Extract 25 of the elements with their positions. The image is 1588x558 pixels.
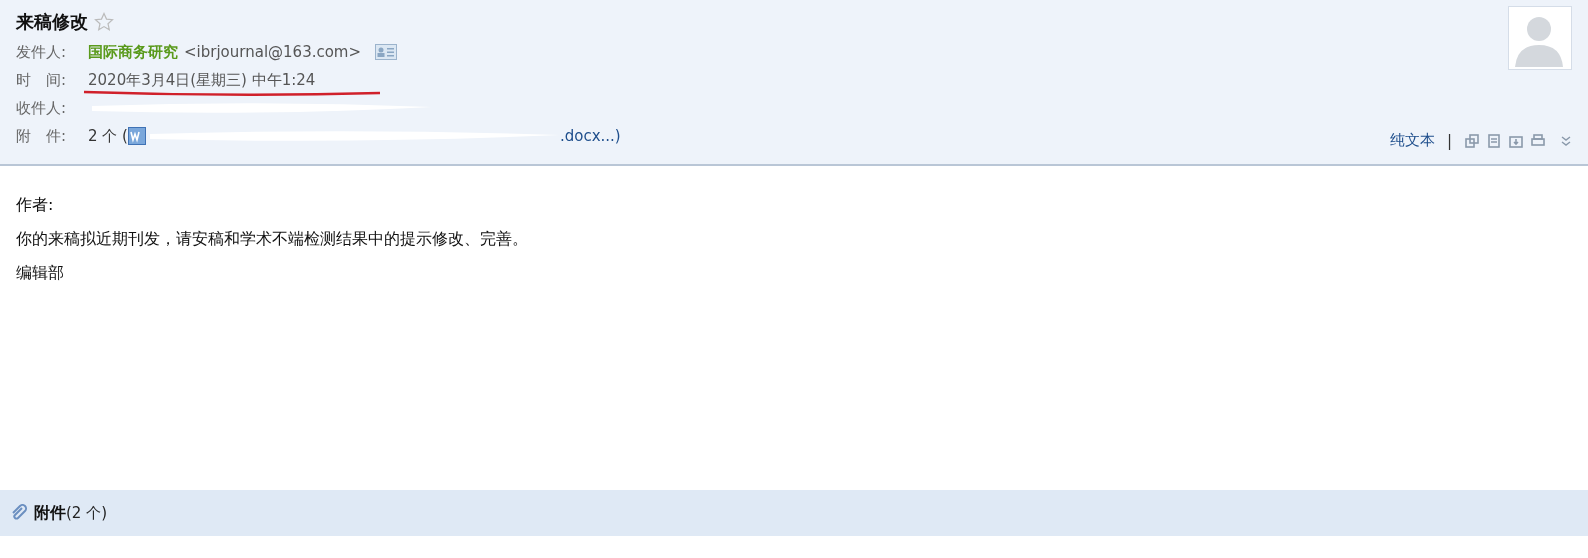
message-text: 编辑部 (16, 262, 65, 284)
star-icon[interactable] (94, 12, 114, 32)
paperclip-icon (10, 504, 28, 522)
print-icon[interactable] (1530, 132, 1546, 149)
email-subject: 来稿修改 (16, 10, 88, 34)
attachment-count: 2 个 ( (88, 126, 128, 146)
field-label: 发件人: (16, 42, 68, 62)
sent-time: 2020年3月4日(星期三) 中午1:24 (88, 70, 316, 90)
message-text: 你的来稿拟近期刊发，请安稿和学术不端检测结果中的提示修改、完善。 (16, 228, 529, 250)
contact-card-icon[interactable] (375, 44, 398, 60)
attachment-name[interactable]: .docx...) (559, 127, 621, 145)
new-window-icon[interactable] (1464, 132, 1480, 149)
attachments-count: (2 个) (66, 503, 107, 523)
word-document-icon[interactable] (127, 127, 146, 145)
document-icon[interactable] (1486, 132, 1502, 149)
message-text: 作者: (16, 194, 55, 216)
expand-icon[interactable] (1560, 133, 1572, 148)
avatar (1508, 6, 1572, 70)
field-label: 时 间: (16, 70, 68, 90)
field-label: 附 件: (16, 126, 68, 146)
separator: | (1446, 131, 1452, 150)
attachments-title: 附件 (34, 502, 66, 524)
plain-text-link[interactable]: 纯文本 (1389, 131, 1435, 150)
sender-address: <ibrjournal@163.com> (184, 43, 362, 61)
field-label: 收件人: (16, 98, 68, 118)
